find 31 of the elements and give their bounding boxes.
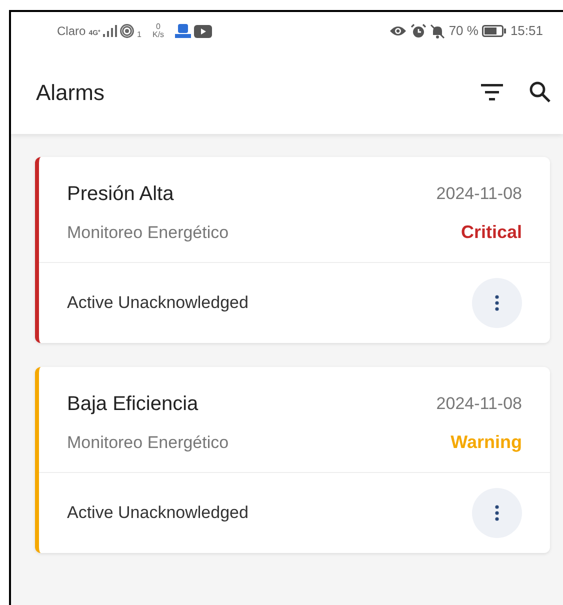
- alarm-source: Monitoreo Energético: [67, 222, 229, 244]
- alarm-card[interactable]: Baja Eficiencia 2024-11-08 Monitoreo Energético Warning Active Unacknowledged: [35, 367, 550, 553]
- alarm-name: Baja Eficiencia: [67, 392, 198, 417]
- alarm-card[interactable]: Presión Alta 2024-11-08 Monitoreo Energético Critical Active Unacknowledged: [35, 157, 550, 343]
- carrier-name: Claro: [57, 23, 86, 40]
- severity-label: Critical: [460, 221, 522, 244]
- speed-value: 0: [156, 23, 160, 31]
- clock-time: 15:51: [510, 22, 543, 40]
- three-dots-icon: [495, 295, 499, 311]
- hotspot-icon: [120, 24, 134, 38]
- filter-icon[interactable]: [481, 83, 503, 101]
- eye-icon: [388, 25, 407, 37]
- video-icon: [194, 24, 212, 38]
- alarm-date: 2024-11-08: [436, 183, 522, 206]
- hotspot-count: 1: [137, 29, 142, 41]
- speed-unit: K/s: [152, 31, 164, 39]
- alarm-name: Presión Alta: [67, 182, 174, 207]
- battery-level: 70 %: [448, 22, 478, 40]
- search-icon[interactable]: [529, 81, 551, 103]
- alarm-source: Monitoreo Energético: [67, 432, 229, 454]
- alarm-date: 2024-11-08: [436, 393, 522, 416]
- signal-icon: [103, 25, 118, 37]
- app-icon: [175, 24, 192, 38]
- three-dots-icon: [495, 505, 499, 521]
- page-title: Alarms: [36, 78, 104, 106]
- bell-off-icon: [430, 24, 445, 38]
- alarm-state: Active Unacknowledged: [67, 292, 248, 314]
- alarm-state: Active Unacknowledged: [67, 502, 248, 524]
- battery-icon: [482, 25, 506, 37]
- alarm-clock-icon: [410, 24, 426, 38]
- severity-label: Warning: [450, 431, 522, 454]
